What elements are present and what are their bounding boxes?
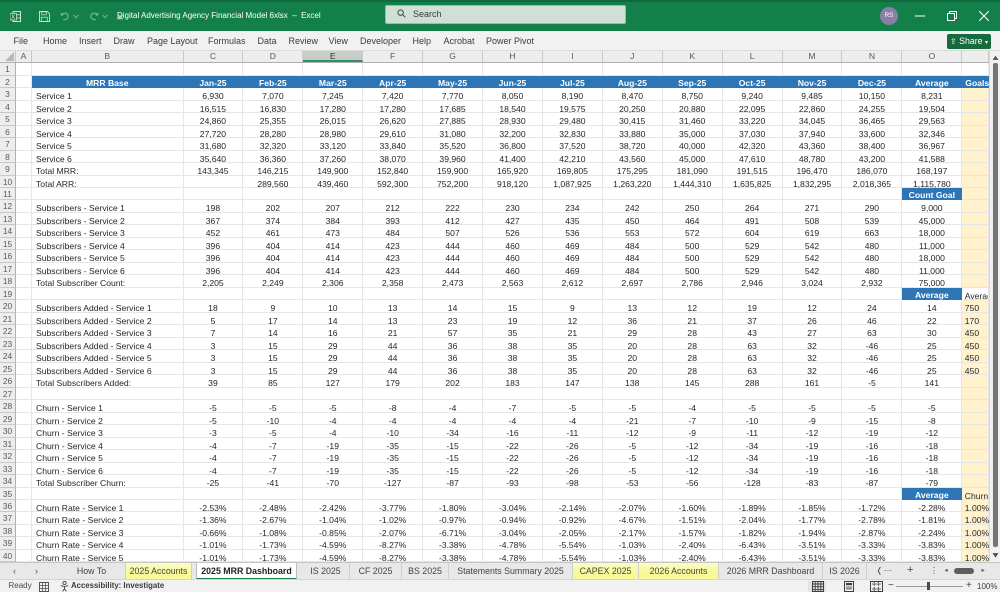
svg-text:X: X [11,14,16,21]
